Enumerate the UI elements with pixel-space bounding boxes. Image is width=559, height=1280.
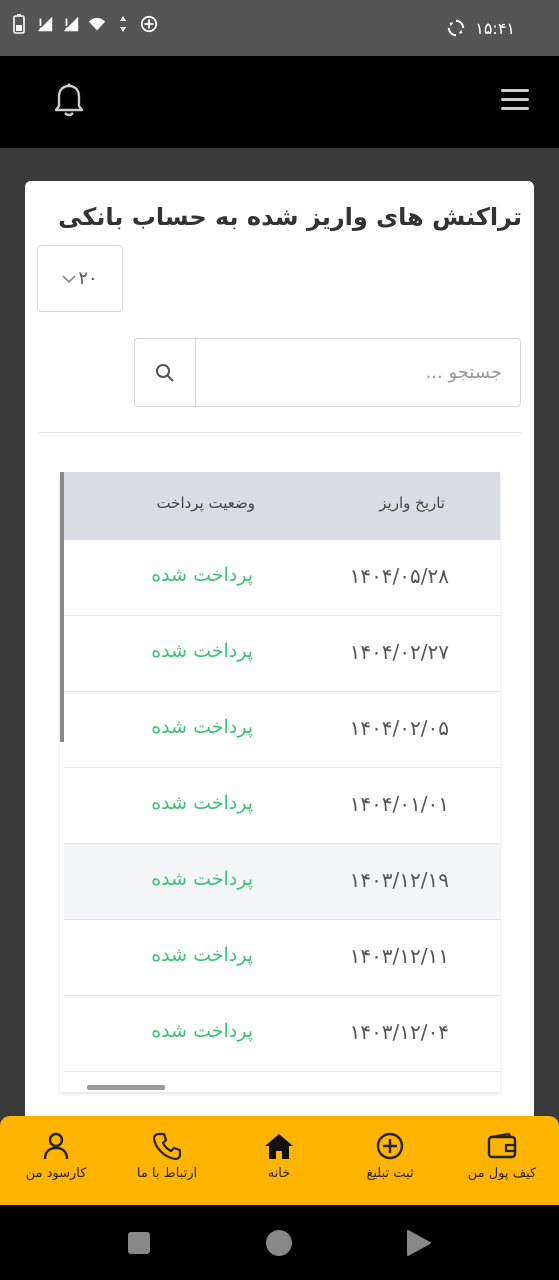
table-row: ۱۴۰۴/۰۵/۲۸ پرداخت شده [64, 540, 500, 616]
recent-apps-icon[interactable] [127, 1231, 151, 1255]
nav-item-my-wallet[interactable]: کیف پول من [447, 1132, 557, 1181]
clock: ۱۵:۴۱ [475, 18, 515, 38]
wifi-icon [88, 17, 106, 31]
bottom-nav: کارسود من ارتباط با ما خانه ثبت تبلیغ کی… [0, 1116, 559, 1205]
app-header [0, 56, 559, 148]
status-icons-left [10, 14, 158, 34]
status-cell: پرداخت شده [151, 716, 253, 738]
search-icon [156, 363, 174, 382]
data-arrows-icon [120, 16, 126, 32]
page-size-select[interactable]: ۲۰ [37, 245, 123, 312]
add-circle-icon [376, 1132, 404, 1160]
column-header-status[interactable]: وضعیت پرداخت [156, 494, 255, 512]
chevron-down-icon [62, 274, 76, 283]
nav-item-my-dashboard[interactable]: کارسود من [1, 1132, 111, 1181]
date-cell: ۱۴۰۴/۰۲/۰۵ [349, 716, 449, 740]
date-cell: ۱۴۰۴/۰۱/۰۱ [349, 792, 449, 816]
add-circle-icon [140, 15, 158, 33]
transactions-table: تاریخ واریز وضعیت پرداخت ۱۴۰۴/۰۵/۲۸ پردا… [60, 472, 500, 1092]
date-cell: ۱۴۰۴/۰۲/۲۷ [349, 640, 449, 664]
status-cell: پرداخت شده [151, 640, 253, 662]
search-button[interactable] [135, 339, 196, 406]
date-cell: ۱۴۰۴/۰۵/۲۸ [349, 564, 449, 588]
system-nav-bar [0, 1205, 559, 1280]
sync-icon [448, 19, 465, 37]
wallet-icon [487, 1132, 517, 1159]
no-signal-icon [37, 16, 53, 32]
page-title: تراکنش های واریز شده به حساب بانکی [58, 203, 522, 231]
table-row: ۱۴۰۳/۱۲/۱۹ پرداخت شده [64, 844, 500, 920]
nav-label: کیف پول من [467, 1166, 537, 1181]
status-icons-right: ۱۵:۴۱ [447, 18, 515, 38]
status-bar: ۱۵:۴۱ [0, 0, 559, 56]
battery-icon [13, 14, 25, 34]
nav-label: ثبت تبلیغ [366, 1166, 414, 1181]
date-cell: ۱۴۰۳/۱۲/۱۹ [349, 868, 449, 892]
nav-item-home[interactable]: خانه [224, 1132, 334, 1181]
table-row: ۱۴۰۳/۱۲/۱۱ پرداخت شده [64, 920, 500, 996]
bell-icon[interactable] [52, 82, 86, 118]
phone-icon [153, 1132, 181, 1160]
home-icon [265, 1134, 293, 1159]
nav-item-post-ad[interactable]: ثبت تبلیغ [335, 1132, 445, 1181]
search-box [134, 338, 521, 407]
nav-label: خانه [267, 1166, 291, 1181]
vertical-scrollbar[interactable] [60, 472, 64, 742]
search-input[interactable] [196, 339, 520, 406]
home-circle-icon[interactable] [265, 1229, 293, 1257]
table-row: ۱۴۰۳/۱۲/۰۴ پرداخت شده [64, 996, 500, 1072]
back-icon[interactable] [406, 1229, 432, 1257]
horizontal-scrollbar[interactable] [87, 1085, 165, 1090]
nav-label: کارسود من [25, 1166, 87, 1181]
status-cell: پرداخت شده [151, 564, 253, 586]
page-size-value: ۲۰ [78, 268, 98, 289]
nav-label: ارتباط با ما [136, 1166, 198, 1181]
table-row: ۱۴۰۴/۰۱/۰۱ پرداخت شده [64, 768, 500, 844]
date-cell: ۱۴۰۳/۱۲/۱۱ [349, 944, 449, 968]
table-row: ۱۴۰۴/۰۲/۰۵ پرداخت شده [64, 692, 500, 768]
divider [39, 432, 521, 433]
table-header: تاریخ واریز وضعیت پرداخت [60, 472, 500, 540]
no-signal-icon [63, 16, 79, 32]
status-cell: پرداخت شده [151, 944, 253, 966]
hamburger-icon[interactable] [501, 89, 529, 113]
nav-item-contact-us[interactable]: ارتباط با ما [112, 1132, 222, 1181]
date-cell: ۱۴۰۳/۱۲/۰۴ [349, 1020, 449, 1044]
column-header-date[interactable]: تاریخ واریز [379, 494, 445, 512]
user-icon [43, 1132, 69, 1160]
transactions-card: تراکنش های واریز شده به حساب بانکی ۲۰ تا… [25, 181, 534, 1141]
table-row: ۱۴۰۴/۰۲/۲۷ پرداخت شده [64, 616, 500, 692]
status-cell: پرداخت شده [151, 868, 253, 890]
status-cell: پرداخت شده [151, 792, 253, 814]
status-cell: پرداخت شده [151, 1020, 253, 1042]
